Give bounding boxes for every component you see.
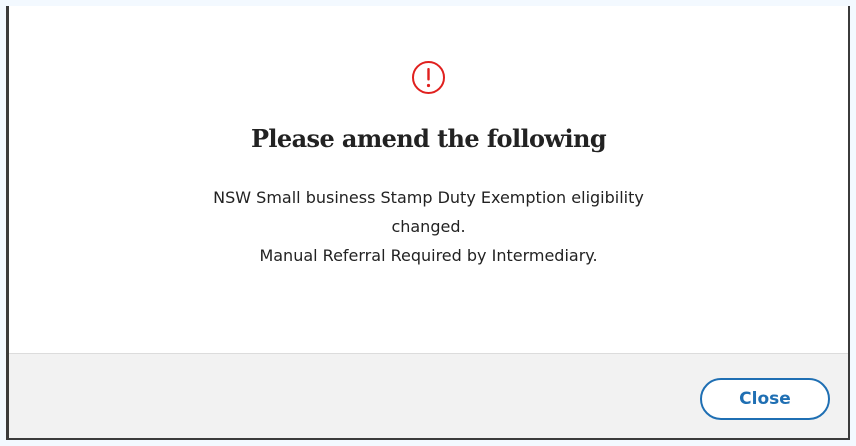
dialog-message: NSW Small business Stamp Duty Exemption … bbox=[9, 183, 848, 270]
dialog-title: Please amend the following bbox=[250, 124, 607, 153]
exclamation-circle-icon bbox=[412, 61, 445, 94]
message-line: NSW Small business Stamp Duty Exemption … bbox=[213, 188, 644, 207]
message-line: Manual Referral Required by Intermediary… bbox=[259, 246, 598, 265]
dialog-body: Please amend the following NSW Small bus… bbox=[9, 6, 848, 354]
page-background: Please amend the following NSW Small bus… bbox=[0, 0, 856, 446]
dialog-footer: Close bbox=[9, 354, 848, 438]
close-button[interactable]: Close bbox=[700, 378, 830, 420]
alert-dialog: Please amend the following NSW Small bus… bbox=[6, 6, 850, 440]
message-line: changed. bbox=[391, 217, 466, 236]
